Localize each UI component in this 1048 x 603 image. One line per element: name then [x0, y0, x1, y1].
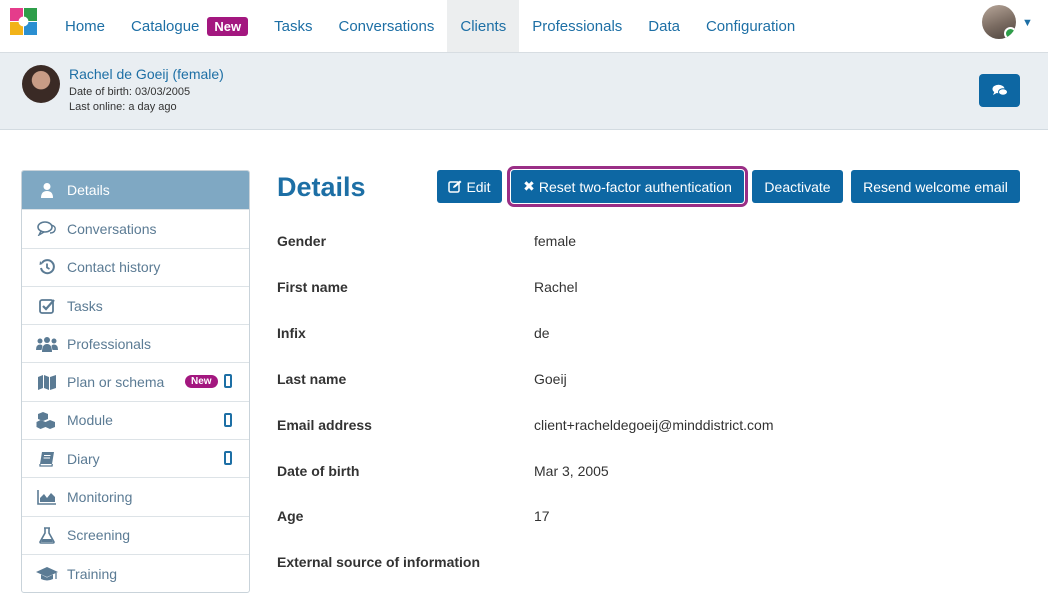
chat-bubbles-icon [992, 84, 1008, 96]
field-label-infix: Infix [277, 325, 306, 341]
main-nav: Home Catalogue New Tasks Conversations Cl… [52, 0, 808, 52]
reset-two-factor-button[interactable]: ✖ Reset two-factor authentication [507, 166, 748, 207]
nav-conversations[interactable]: Conversations [325, 0, 447, 52]
users-icon [36, 335, 58, 353]
edit-icon [448, 180, 462, 193]
sidebar-item-label: Conversations [67, 220, 157, 237]
field-label-email: Email address [277, 417, 372, 433]
nav-catalogue[interactable]: Catalogue New [118, 0, 261, 52]
sidebar-item-label: Professionals [67, 335, 152, 352]
page-title: Details [277, 172, 366, 202]
client-sidebar: Details Conversations Contact history Ta… [21, 170, 250, 594]
area-chart-icon [36, 488, 58, 506]
sidebar-item-contact-history[interactable]: Contact history [22, 247, 249, 286]
nav-home[interactable]: Home [52, 0, 118, 52]
sidebar-item-conversations[interactable]: Conversations [22, 209, 249, 247]
sidebar-item-label: Screening [67, 527, 131, 544]
flask-icon [36, 526, 58, 544]
sidebar-item-label: Plan or schema [67, 374, 165, 391]
new-badge: New [207, 16, 249, 36]
minddistrict-logo[interactable] [10, 8, 37, 35]
book-icon [36, 450, 58, 468]
history-icon [36, 258, 58, 276]
sidebar-item-plan-or-schema[interactable]: Plan or schema New [22, 362, 249, 400]
sidebar-item-screening[interactable]: Screening [22, 515, 249, 554]
field-label-date-of-birth: Date of birth [277, 463, 360, 479]
sidebar-item-label: Training [67, 565, 118, 582]
chat-button[interactable] [979, 74, 1020, 107]
sidebar-item-training[interactable]: Training [22, 553, 249, 592]
mobile-icon [224, 374, 232, 389]
field-value-date-of-birth: Mar 3, 2005 [534, 463, 609, 479]
close-icon: ✖ [523, 178, 535, 194]
field-value-last-name: Goeij [534, 371, 567, 387]
top-navbar: Home Catalogue New Tasks Conversations Cl… [0, 0, 1048, 53]
client-date-of-birth: Date of birth: 03/03/2005 [69, 86, 191, 98]
checkbox-icon [36, 297, 58, 315]
nav-tasks[interactable]: Tasks [261, 0, 325, 52]
sidebar-item-label: Diary [67, 450, 100, 467]
deactivate-button[interactable]: Deactivate [752, 170, 843, 203]
nav-configuration[interactable]: Configuration [693, 0, 808, 52]
mobile-icon [224, 451, 232, 466]
map-icon [36, 373, 58, 391]
new-badge: New [185, 375, 218, 389]
sidebar-item-label: Details [67, 182, 110, 199]
online-status-icon [1004, 27, 1016, 39]
comments-icon [36, 220, 58, 238]
field-value-age: 17 [534, 508, 550, 524]
resend-welcome-email-button[interactable]: Resend welcome email [851, 170, 1020, 203]
field-value-infix: de [534, 325, 550, 341]
sidebar-item-monitoring[interactable]: Monitoring [22, 477, 249, 515]
field-value-gender: female [534, 233, 577, 249]
field-value-email: client+racheldegoeij@minddistrict.com [534, 417, 774, 433]
client-name[interactable]: Rachel de Goeij (female) [69, 66, 224, 82]
sidebar-item-module[interactable]: Module [22, 400, 249, 439]
user-icon [36, 181, 58, 199]
cubes-icon [36, 411, 58, 430]
field-value-first-name: Rachel [534, 279, 578, 295]
mobile-icon [224, 412, 232, 427]
client-header: Rachel de Goeij (female) Date of birth: … [0, 53, 1048, 130]
sidebar-item-professionals[interactable]: Professionals [22, 324, 249, 362]
sidebar-item-tasks[interactable]: Tasks [22, 285, 249, 324]
sidebar-item-label: Tasks [67, 297, 103, 314]
sidebar-item-label: Monitoring [67, 489, 133, 506]
field-label-external-source: External source of information [277, 554, 481, 570]
nav-professionals[interactable]: Professionals [519, 0, 635, 52]
field-label-gender: Gender [277, 233, 327, 249]
field-label-first-name: First name [277, 279, 348, 295]
client-avatar [22, 65, 60, 103]
client-last-online: Last online: a day ago [69, 101, 177, 113]
field-label-last-name: Last name [277, 371, 347, 387]
nav-clients[interactable]: Clients [447, 0, 520, 52]
sidebar-item-diary[interactable]: Diary [22, 439, 249, 477]
nav-data[interactable]: Data [635, 0, 693, 52]
graduation-cap-icon [36, 565, 58, 583]
sidebar-item-label: Module [67, 412, 113, 429]
sidebar-item-details[interactable]: Details [22, 171, 249, 210]
user-avatar[interactable] [982, 5, 1016, 39]
caret-down-icon[interactable]: ▼ [1022, 17, 1033, 29]
sidebar-item-label: Contact history [67, 259, 161, 276]
edit-button[interactable]: Edit [437, 170, 502, 203]
field-label-age: Age [277, 508, 304, 524]
